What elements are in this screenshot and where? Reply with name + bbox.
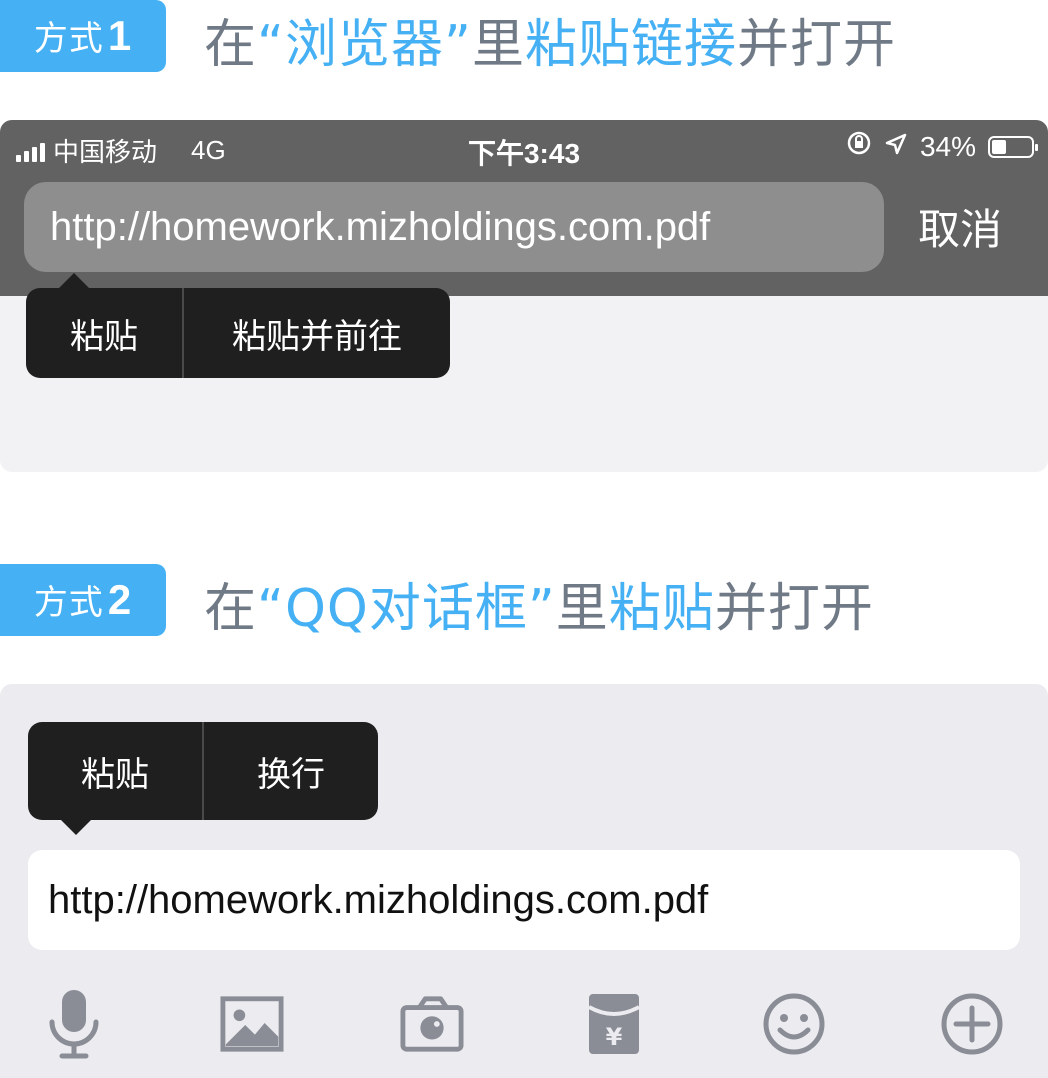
heading-text: 里 (555, 579, 609, 639)
browser-url-field[interactable]: http://homework.mizholdings.com.pdf (24, 182, 884, 272)
paste-context-menu: 粘贴 换行 (28, 722, 378, 835)
image-icon[interactable] (220, 988, 284, 1060)
paste-menu-item[interactable]: 粘贴 (26, 288, 182, 378)
rotation-lock-icon (846, 130, 872, 163)
heading-text: 里 (471, 15, 525, 75)
microphone-icon[interactable] (42, 988, 106, 1060)
camera-icon[interactable] (400, 988, 464, 1060)
quote-open: “ (257, 579, 285, 639)
method1-badge: 方式1 (0, 0, 166, 72)
cancel-button[interactable]: 取消 (918, 196, 1002, 257)
battery-icon (988, 135, 1038, 158)
browser-screenshot: 中国移动 4G 下午3:43 34% http://homework.mizho… (0, 120, 1048, 472)
heading-text: 在 (204, 579, 258, 639)
heading-text: 并打开 (736, 15, 896, 75)
method1-badge-label: 方式 (33, 19, 104, 59)
method1-badge-number: 1 (107, 12, 133, 59)
heading-app-name: 浏览器 (284, 15, 444, 75)
red-packet-icon[interactable]: ¥ (582, 988, 646, 1060)
method2-badge-label: 方式 (33, 583, 104, 623)
emoji-icon[interactable] (762, 988, 826, 1060)
newline-menu-item[interactable]: 换行 (204, 722, 378, 820)
paste-and-go-menu-item[interactable]: 粘贴并前往 (184, 288, 450, 378)
quote-close: ” (443, 15, 472, 75)
method2-badge-number: 2 (107, 576, 133, 623)
quote-open: “ (257, 15, 285, 75)
method2-badge: 方式2 (0, 564, 166, 636)
heading-app-name: QQ对话框 (284, 579, 528, 639)
location-icon (884, 131, 908, 163)
status-right: 34% (846, 130, 1038, 163)
heading-text: 在 (204, 15, 258, 75)
chat-toolbar: ¥ (0, 988, 1048, 1068)
battery-percent: 34% (919, 130, 976, 162)
chat-input-field[interactable]: http://homework.mizholdings.com.pdf (28, 850, 1020, 950)
method2-heading: 在“QQ对话框”里粘贴并打开 (204, 566, 874, 641)
qq-chat-screenshot: 粘贴 换行 http://homework.mizholdings.com.pd… (0, 684, 1048, 1078)
quote-close: ” (527, 579, 556, 639)
heading-action: 粘贴 (608, 579, 715, 639)
heading-action: 粘贴链接 (524, 15, 737, 75)
heading-text: 并打开 (714, 579, 874, 639)
method1-heading: 在“浏览器”里粘贴链接并打开 (204, 2, 896, 77)
status-bar: 中国移动 4G 下午3:43 34% (0, 120, 1048, 176)
plus-icon[interactable] (940, 988, 1004, 1060)
svg-text:¥: ¥ (606, 1023, 623, 1051)
paste-menu-item[interactable]: 粘贴 (28, 722, 202, 820)
paste-context-menu: 粘贴 粘贴并前往 (26, 273, 450, 378)
browser-top-bar: 中国移动 4G 下午3:43 34% http://homework.mizho… (0, 120, 1048, 296)
